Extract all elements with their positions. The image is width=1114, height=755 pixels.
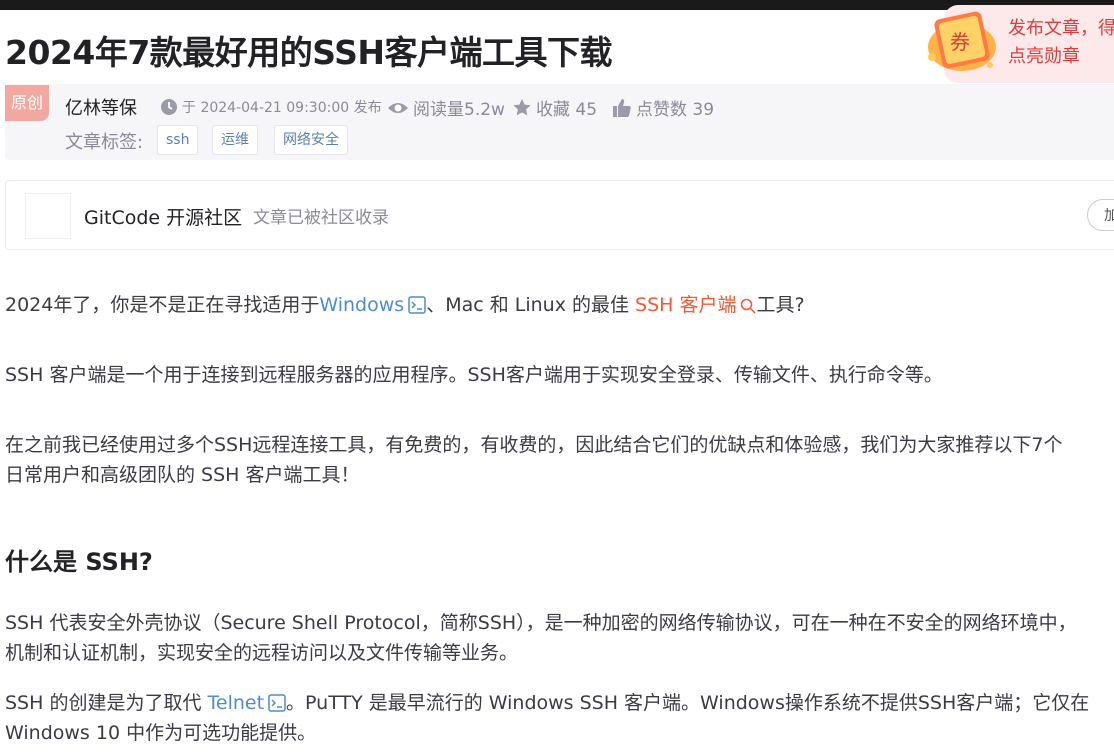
p5-text-b: 。PuTTY 是最早流行的 Windows SSH 客户端。Windows操作系… (286, 692, 1090, 714)
paragraph-5-line-2: Windows 10 中作为可选功能提供。 (5, 722, 317, 744)
view-count: 阅读量5.2w (387, 95, 505, 120)
favorites-text: 收藏 45 (536, 100, 598, 120)
svg-text:券: 券 (950, 30, 970, 54)
p5-text-a: SSH 的创建是为了取代 (5, 692, 208, 714)
paragraph-1: 2024年了，你是不是正在寻找适用于Windows 、Mac 和 Linux 的最… (5, 290, 805, 323)
coupon-icon[interactable]: 券 (920, 7, 1000, 75)
tag-network-security[interactable]: 网络安全 (274, 125, 348, 155)
like-count[interactable]: 点赞数 39 (612, 95, 714, 120)
community-note: 文章已被社区收录 (253, 208, 389, 228)
eye-icon (387, 100, 409, 116)
views-text: 阅读量5.2w (413, 100, 505, 120)
terminal-icon[interactable] (268, 691, 286, 721)
terminal-icon[interactable] (408, 293, 426, 323)
promo-line2: 点亮勋章 (1008, 46, 1080, 67)
tags-label: 文章标签: (65, 132, 144, 153)
promo-text[interactable]: 发布文章，得 点亮勋章 (1008, 15, 1114, 71)
paragraph-4-line-1: SSH 代表安全外壳协议（Secure Shell Protocol，简称SSH… (5, 612, 1077, 634)
paragraph-5-line-1: SSH 的创建是为了取代 Telnet 。PuTTY 是最早流行的 Windows… (5, 688, 1089, 721)
telnet-link[interactable]: Telnet (208, 692, 265, 714)
author-name[interactable]: 亿林等保 (65, 94, 137, 120)
windows-link[interactable]: Windows (319, 294, 404, 316)
community-logo[interactable] (25, 193, 71, 239)
tag-ops[interactable]: 运维 (212, 125, 258, 155)
paragraph-2: SSH 客户端是一个用于连接到远程服务器的应用程序。SSH客户端用于实现安全登录… (5, 364, 943, 386)
p1-text-a: 2024年了，你是不是正在寻找适用于 (5, 294, 320, 316)
star-icon (512, 98, 532, 118)
ssh-client-search-link[interactable]: SSH 客户端 (635, 294, 736, 316)
article-title: 2024年7款最好用的SSH客户端工具下载 (5, 33, 612, 72)
clock-icon (160, 98, 178, 116)
tag-ssh[interactable]: ssh (157, 125, 199, 155)
p1-text-c: 工具? (756, 294, 805, 316)
join-community-button[interactable]: 加 (1087, 199, 1114, 231)
promo-line1: 发布文章，得 (1008, 18, 1114, 39)
original-badge: 原创 (5, 85, 49, 121)
publish-time: 于 2024-04-21 09:30:00 发布 (160, 97, 382, 117)
paragraph-3-line-1: 在之前我已经使用过多个SSH远程连接工具，有免费的，有收费的，因此结合它们的优缺… (5, 434, 1063, 456)
publish-text: 于 2024-04-21 09:30:00 发布 (182, 100, 382, 116)
search-icon[interactable] (740, 293, 757, 323)
community-name[interactable]: GitCode 开源社区 (84, 203, 242, 230)
section-heading: 什么是 SSH? (5, 548, 153, 576)
paragraph-4-line-2: 机制和认证机制，实现安全的远程访问以及文件传输等业务。 (5, 642, 519, 664)
p1-text-b: 、Mac 和 Linux 的最佳 (426, 294, 636, 316)
thumb-up-icon (612, 98, 632, 118)
paragraph-3-line-2: 日常用户和高级团队的 SSH 客户端工具！ (5, 464, 360, 486)
favorite-count[interactable]: 收藏 45 (512, 95, 597, 120)
likes-text: 点赞数 39 (636, 100, 715, 120)
